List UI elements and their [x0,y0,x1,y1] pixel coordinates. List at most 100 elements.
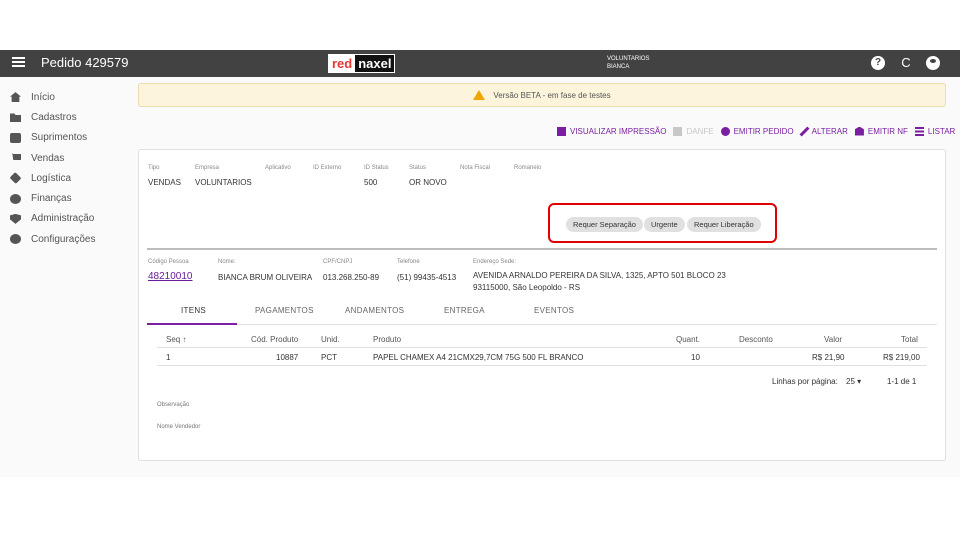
app-window: Pedido 429579 red naxel VOLUNTARIOS BIAN… [0,50,960,477]
warning-icon [473,90,486,100]
customer-code-link[interactable]: 48210010 [148,271,193,282]
table-row[interactable]: 1 10887 PCT PAPEL CHAMEX A4 21CMX29,7CM … [157,349,927,366]
chips-highlight-box [548,203,777,243]
customer-address-line2: 93115000, São Leopoldo - RS [473,283,581,292]
rows-per-page-select[interactable]: 25 ▾ [846,377,861,386]
sidebar-item-financas[interactable]: Finanças [0,188,130,208]
sidebar-item-logistica[interactable]: Logística [0,168,130,188]
edit-label: ALTERAR [811,126,848,136]
value-id-status: 500 [364,178,378,187]
list-icon [914,126,924,136]
header-produto[interactable]: Produto [373,335,401,344]
sidebar-item-administracao[interactable]: Administração [0,209,130,229]
customer-name: BIANCA BRUM OLIVEIRA [218,273,313,282]
label-romaneio: Romaneio [514,165,542,171]
cell-seq: 1 [166,353,171,362]
sidebar-item-label: Finanças [31,193,72,205]
printer-icon [673,126,683,136]
bank-icon [854,126,864,136]
list-button[interactable]: LISTAR [914,126,955,136]
beta-text: Versão BETA - em fase de testes [493,90,611,100]
print-preview-label: VISUALIZAR IMPRESSÃO [570,126,667,136]
label-empresa: Empresa [195,165,220,171]
shield-icon [10,213,21,224]
edit-button[interactable]: ALTERAR [799,126,848,137]
help-icon[interactable]: ? [871,56,885,70]
cell-unid: PCT [321,353,337,362]
label-id-status: ID Status [364,165,389,171]
cart-icon [10,153,21,161]
vendedor-label: Nome Vendedor [157,424,201,430]
logo-naxel: naxel [355,55,395,72]
cell-total: R$ 219,00 [883,353,920,362]
header-seq-label: Seq [166,335,181,344]
beta-banner: Versão BETA - em fase de testes [138,83,946,107]
emit-order-button[interactable]: EMITIR PEDIDO [720,126,794,136]
customer-cpf: 013.268.250-89 [323,273,380,282]
order-toolbar: VISUALIZAR IMPRESSÃO DANFE EMITIR PEDIDO… [557,125,960,137]
page-title: Pedido 429579 [41,55,129,70]
header-desconto[interactable]: Desconto [739,335,773,344]
dollar-icon [10,193,21,204]
header-cod-produto[interactable]: Cód. Produto [251,335,298,344]
tab-eventos[interactable]: EVENTOS [534,306,574,315]
account-icon[interactable] [926,56,940,70]
pencil-icon [799,126,810,136]
folder-icon [10,113,21,123]
pagination-range: 1-1 de 1 [887,377,917,386]
label-codigo-pessoa: Código Pessoa [148,259,189,265]
home-icon [10,92,21,103]
danfe-label: DANFE [686,126,714,136]
print-preview-icon [557,126,566,136]
rows-per-page-value: 25 [846,377,855,386]
tab-itens[interactable]: ITENS [181,306,206,315]
emit-nf-button[interactable]: EMITIR NF [854,126,908,136]
cell-cod-produto: 10887 [276,353,299,362]
rows-per-page-label: Linhas por página: [772,377,838,386]
header-unid[interactable]: Unid. [321,335,340,344]
emit-order-label: EMITIR PEDIDO [733,126,794,136]
header-valor[interactable]: Valor [824,335,842,344]
header-total[interactable]: Total [901,335,918,344]
menu-icon[interactable] [12,57,25,69]
cell-produto: PAPEL CHAMEX A4 21CMX29,7CM 75G 500 FL B… [373,353,584,362]
sidebar-item-label: Cadastros [31,111,77,123]
label-nome: Nome: [218,259,236,265]
header-quant[interactable]: Quant. [676,335,700,344]
items-table-header: Seq ↑ Cód. Produto Unid. Produto Quant. … [157,331,927,348]
danfe-button[interactable]: DANFE [673,126,714,136]
sidebar-item-inicio[interactable]: Início [0,87,130,107]
sidebar-item-suprimentos[interactable]: Suprimentos [0,128,130,148]
label-cpf: CPF/CNPJ [323,259,353,265]
bag-icon [10,132,21,143]
header-seq[interactable]: Seq ↑ [166,335,186,344]
label-tipo: Tipo [148,165,160,171]
chevron-down-icon: ▾ [857,377,862,386]
check-circle-icon [720,126,730,136]
print-preview-button[interactable]: VISUALIZAR IMPRESSÃO [557,126,667,136]
cell-valor: R$ 21,90 [812,353,845,362]
label-status: Status [409,165,427,171]
sidebar-item-label: Configurações [31,233,96,245]
emit-nf-label: EMITIR NF [867,126,908,136]
order-tabs: ITENS PAGAMENTOS ANDAMENTOS ENTREGA EVEN… [147,301,937,325]
refresh-icon[interactable]: C [899,56,913,70]
logistics-icon [9,172,22,185]
label-nota-fiscal: Nota Fiscal [460,165,491,171]
sidebar-item-configuracoes[interactable]: Configurações [0,229,130,249]
tab-andamentos[interactable]: ANDAMENTOS [345,306,404,315]
observacao-label: Observação [157,402,190,408]
sidebar-item-vendas[interactable]: Vendas [0,148,130,168]
customer-phone: (51) 99435-4513 [397,273,457,282]
rednaxel-logo: red naxel [328,54,396,73]
cell-quant: 10 [691,353,700,362]
sidebar-item-cadastros[interactable]: Cadastros [0,107,130,127]
section-divider [147,248,937,250]
label-aplicativo: Aplicativo [265,165,291,171]
sidebar-item-label: Suprimentos [31,132,88,144]
tab-pagamentos[interactable]: PAGAMENTOS [255,306,314,315]
tab-entrega[interactable]: ENTREGA [444,306,485,315]
sidebar-item-label: Vendas [31,152,65,164]
sidebar-item-label: Administração [31,213,95,225]
sidebar-item-label: Início [31,91,55,103]
